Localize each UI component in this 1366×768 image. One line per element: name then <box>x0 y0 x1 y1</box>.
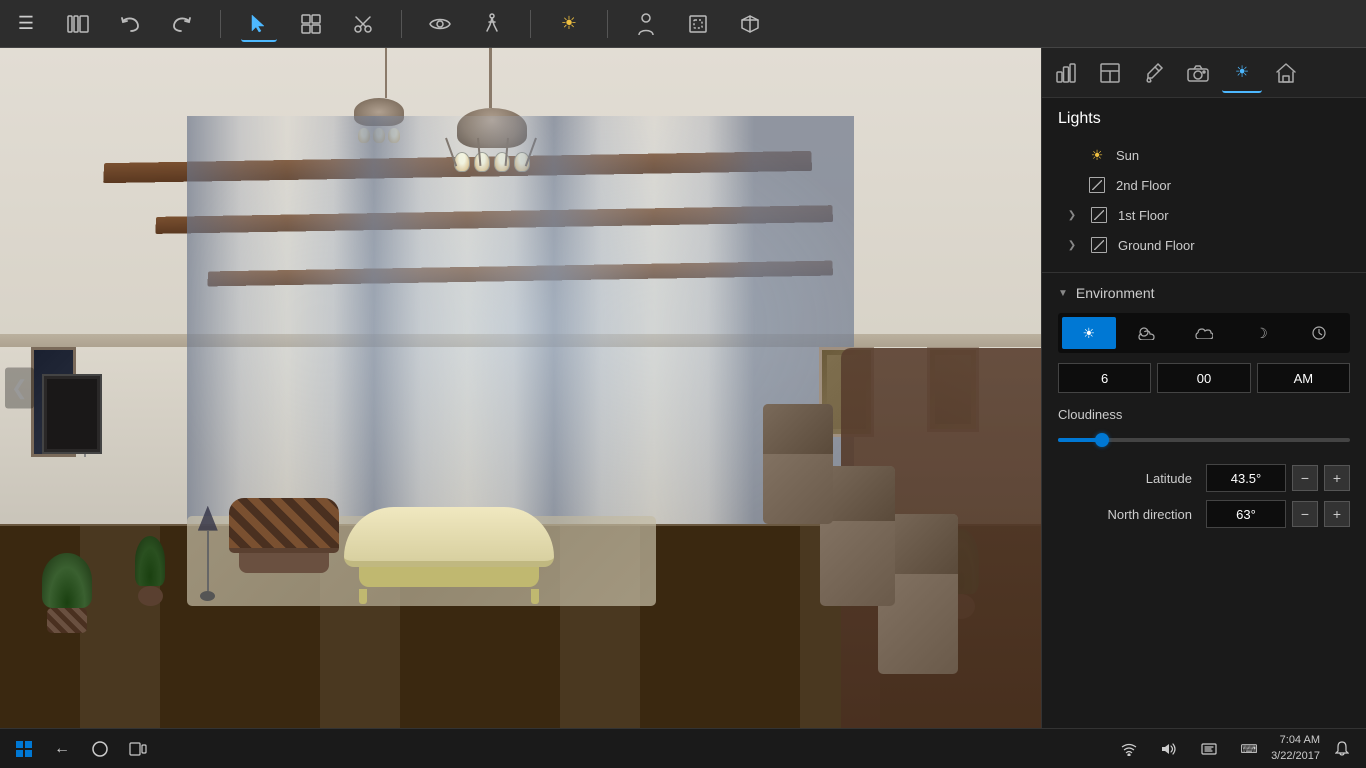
taskbar-sys-icons: ⌨ <box>1113 733 1265 765</box>
dining-chair-3 <box>763 404 833 524</box>
armchair <box>229 498 339 578</box>
sep4 <box>607 10 608 38</box>
time-display: 7:04 AM <box>1271 733 1320 748</box>
north-direction-row: North direction − + <box>1058 500 1350 528</box>
eye-icon[interactable] <box>422 6 458 42</box>
time-hour-display[interactable]: 6 <box>1058 363 1151 393</box>
floor-lamp-left <box>198 506 218 606</box>
north-minus-btn[interactable]: − <box>1292 501 1318 527</box>
tv-screen <box>42 374 102 454</box>
cloudiness-label: Cloudiness <box>1058 407 1350 422</box>
latitude-input[interactable] <box>1206 464 1286 492</box>
sofa <box>344 507 554 592</box>
layout-panel-icon[interactable] <box>1090 53 1130 93</box>
clear-weather-btn[interactable]: ☀ <box>1062 317 1116 349</box>
date-display: 3/22/2017 <box>1271 749 1320 764</box>
time-row: 6 00 AM <box>1058 363 1350 393</box>
windows-start-icon[interactable] <box>8 733 40 765</box>
redo-icon[interactable] <box>164 6 200 42</box>
taskview-icon[interactable] <box>122 733 154 765</box>
paint-panel-icon[interactable] <box>1134 53 1174 93</box>
select-icon[interactable] <box>241 6 277 42</box>
network-taskbar-icon[interactable] <box>1113 733 1145 765</box>
expand-ground-floor-icon[interactable]: ❯ <box>1066 239 1078 251</box>
weather-toggles: ☀ ☽ <box>1058 313 1350 353</box>
taskbar: ← <box>0 728 1366 768</box>
lights-title: Lights <box>1058 110 1350 128</box>
panel-content: Lights ☀ Sun 2nd Floor ❯ <box>1042 98 1366 728</box>
ground-floor-label: Ground Floor <box>1118 238 1195 253</box>
cloudiness-slider[interactable] <box>1058 430 1350 450</box>
latitude-plus-btn[interactable]: + <box>1324 465 1350 491</box>
house-panel-icon[interactable] <box>1266 53 1306 93</box>
light-item-1st-floor[interactable]: ❯ 1st Floor <box>1058 200 1350 230</box>
library-icon[interactable] <box>60 6 96 42</box>
light-item-ground-floor[interactable]: ❯ Ground Floor <box>1058 230 1350 260</box>
latitude-row: Latitude − + <box>1058 464 1350 492</box>
large-plant <box>42 553 92 633</box>
sun-label: Sun <box>1116 148 1139 163</box>
light-item-2nd-floor[interactable]: 2nd Floor <box>1058 170 1350 200</box>
menu-icon[interactable]: ☰ <box>8 6 44 42</box>
person-icon[interactable] <box>628 6 664 42</box>
room-scene: ❮ <box>0 48 1041 728</box>
time-minute-display[interactable]: 00 <box>1157 363 1250 393</box>
night-btn[interactable]: ☽ <box>1235 317 1289 349</box>
taskbar-time: 7:04 AM 3/22/2017 <box>1271 733 1320 764</box>
light-item-sun[interactable]: ☀ Sun <box>1058 140 1350 170</box>
floor1-icon <box>1090 206 1108 224</box>
scissors-icon[interactable] <box>345 6 381 42</box>
time-period-display[interactable]: AM <box>1257 363 1350 393</box>
lights-section: Lights ☀ Sun 2nd Floor ❯ <box>1042 98 1366 272</box>
walk-icon[interactable] <box>474 6 510 42</box>
language-taskbar-icon[interactable] <box>1193 733 1225 765</box>
sun-toolbar-icon[interactable]: ☀ <box>551 6 587 42</box>
floor2-icon <box>1088 176 1106 194</box>
north-plus-btn[interactable]: + <box>1324 501 1350 527</box>
sep2 <box>401 10 402 38</box>
cloudiness-thumb[interactable] <box>1095 433 1109 447</box>
light-panel-icon[interactable]: ☀ <box>1222 53 1262 93</box>
right-panel: ☀ Lights ☀ Sun <box>1041 48 1366 728</box>
undo-icon[interactable] <box>112 6 148 42</box>
sep1 <box>220 10 221 38</box>
cube-icon[interactable] <box>732 6 768 42</box>
back-taskbar-icon[interactable]: ← <box>46 733 78 765</box>
top-toolbar: ☰ <box>0 0 1366 48</box>
floor1-label: 1st Floor <box>1118 208 1169 223</box>
partly-cloudy-btn[interactable] <box>1120 317 1174 349</box>
chandelier2-stem <box>385 48 387 98</box>
latitude-label: Latitude <box>1058 471 1200 486</box>
frame-icon[interactable] <box>680 6 716 42</box>
sun-light-icon: ☀ <box>1088 146 1106 164</box>
viewport[interactable]: ❮ <box>0 48 1041 728</box>
camera-panel-icon[interactable] <box>1178 53 1218 93</box>
input-method-icon[interactable]: ⌨ <box>1233 733 1265 765</box>
nav-arrow-left[interactable]: ❮ <box>5 368 34 409</box>
environment-header[interactable]: ▼ Environment <box>1058 285 1350 301</box>
north-label: North direction <box>1058 507 1200 522</box>
grid-icon[interactable] <box>293 6 329 42</box>
cloudy-btn[interactable] <box>1177 317 1231 349</box>
sep3 <box>530 10 531 38</box>
chandelier-stem <box>489 48 492 108</box>
main-content: ❮ <box>0 48 1366 728</box>
env-title: Environment <box>1076 285 1155 301</box>
env-collapse-icon[interactable]: ▼ <box>1058 288 1068 299</box>
north-input[interactable] <box>1206 500 1286 528</box>
volume-taskbar-icon[interactable] <box>1153 733 1185 765</box>
custom-time-btn[interactable] <box>1292 317 1346 349</box>
ground-floor-icon <box>1090 236 1108 254</box>
expand-1st-floor-icon[interactable]: ❯ <box>1066 209 1078 221</box>
panel-toolbar: ☀ <box>1042 48 1366 98</box>
latitude-minus-btn[interactable]: − <box>1292 465 1318 491</box>
build-panel-icon[interactable] <box>1046 53 1086 93</box>
floor2-label: 2nd Floor <box>1116 178 1171 193</box>
notifications-taskbar-icon[interactable] <box>1326 733 1358 765</box>
environment-section: ▼ Environment ☀ <box>1042 272 1366 548</box>
curtains <box>187 116 853 538</box>
cortana-icon[interactable] <box>84 733 116 765</box>
plant-left <box>135 536 165 606</box>
